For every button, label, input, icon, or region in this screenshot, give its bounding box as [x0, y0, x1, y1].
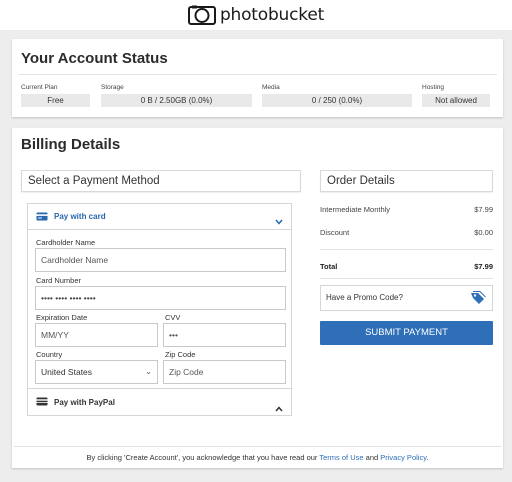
stat-current-plan: Current Plan Free: [21, 84, 90, 107]
card-number-input[interactable]: •••• •••• •••• ••••: [35, 286, 286, 310]
divider: [320, 249, 493, 250]
order-item-amount: $7.99: [474, 205, 493, 214]
credit-card-icon: [36, 208, 48, 226]
top-bar: photobucket: [0, 0, 512, 30]
order-total-row: Total $7.99: [320, 262, 493, 271]
expiration-label: Expiration Date: [36, 313, 88, 322]
stat-value: 0 B / 2.50GB (0.0%): [101, 94, 252, 107]
cardholder-label: Cardholder Name: [36, 238, 96, 247]
order-item-amount: $0.00: [474, 228, 493, 237]
payment-method-header: Select a Payment Method: [21, 170, 301, 192]
zip-label: Zip Code: [165, 350, 196, 359]
billing-title: Billing Details: [21, 136, 121, 153]
chevron-down-icon[interactable]: [275, 212, 283, 230]
tag-icon: [470, 291, 486, 315]
promo-code-label: Have a Promo Code?: [326, 293, 403, 302]
stat-value: 0 / 250 (0.0%): [262, 94, 412, 107]
terms-of-use-link[interactable]: Terms of Use: [319, 453, 363, 462]
stat-label: Media: [262, 84, 280, 91]
divider: [14, 446, 501, 447]
footer-text: By clicking 'Create Account', you acknow…: [12, 453, 503, 462]
stat-storage: Storage 0 B / 2.50GB (0.0%): [101, 84, 252, 107]
order-item-label: Intermediate Monthly: [320, 205, 391, 214]
divider: [320, 278, 493, 279]
order-item-label: Discount: [320, 228, 350, 237]
card-number-label: Card Number: [36, 276, 82, 285]
pay-with-card-label: Pay with card: [54, 212, 106, 221]
order-item-row: Intermediate Monthly $7.99: [320, 205, 493, 214]
footer-text-before: By clicking 'Create Account', you acknow…: [86, 453, 320, 462]
chevron-down-icon: ⌄: [145, 367, 152, 376]
stat-media: Media 0 / 250 (0.0%): [262, 84, 412, 107]
account-status-card: Your Account Status Current Plan Free St…: [12, 39, 503, 117]
submit-payment-button[interactable]: SUBMIT PAYMENT: [320, 321, 493, 345]
billing-card: Billing Details Select a Payment Method …: [12, 128, 503, 468]
pay-with-card-toggle[interactable]: Pay with card: [28, 204, 291, 230]
stat-label: Storage: [101, 84, 124, 91]
order-total-amount: $7.99: [474, 262, 493, 271]
promo-code-toggle[interactable]: Have a Promo Code?: [320, 285, 493, 311]
stat-label: Current Plan: [21, 84, 58, 91]
country-label: Country: [36, 350, 63, 359]
cardholder-input[interactable]: Cardholder Name: [35, 248, 286, 272]
stat-hosting: Hosting Not allowed: [422, 84, 490, 107]
footer-text-and: and: [363, 453, 381, 462]
payment-method-box: Pay with card Cardholder Name Cardholder…: [27, 203, 292, 416]
paypal-card-icon: [36, 393, 48, 411]
zip-input[interactable]: Zip Code: [163, 360, 286, 384]
account-status-title: Your Account Status: [21, 50, 168, 67]
country-select[interactable]: United States ⌄: [35, 360, 158, 384]
country-value: United States: [41, 367, 93, 377]
order-details-header: Order Details: [320, 170, 493, 192]
logo-text: photobucket: [219, 5, 325, 25]
camera-icon: [187, 5, 216, 25]
pay-with-paypal-toggle[interactable]: Pay with PayPal: [28, 388, 291, 415]
privacy-policy-link[interactable]: Privacy Policy: [380, 453, 426, 462]
cvv-input[interactable]: •••: [163, 323, 286, 347]
divider: [19, 74, 497, 75]
order-total-label: Total: [320, 262, 338, 271]
stat-label: Hosting: [422, 84, 445, 91]
pay-with-paypal-label: Pay with PayPal: [54, 397, 115, 407]
stat-value: Not allowed: [422, 94, 490, 107]
cvv-label: CVV: [165, 313, 181, 322]
stat-value: Free: [21, 94, 90, 107]
chevron-up-icon[interactable]: [275, 399, 283, 417]
photobucket-logo[interactable]: photobucket: [187, 5, 325, 25]
order-item-row: Discount $0.00: [320, 228, 493, 237]
expiration-input[interactable]: MM/YY: [35, 323, 158, 347]
footer-text-after: .: [426, 453, 429, 462]
